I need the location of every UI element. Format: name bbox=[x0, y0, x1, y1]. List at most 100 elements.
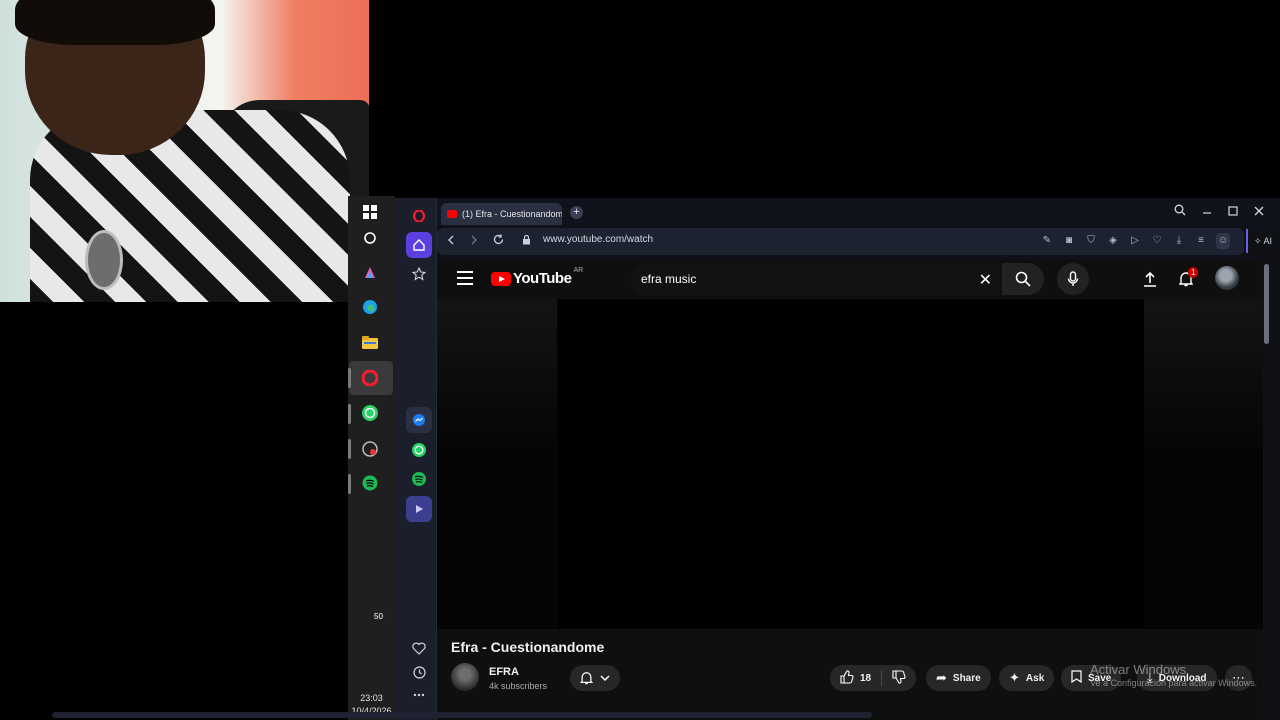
download-label: Download bbox=[1158, 672, 1207, 684]
more-horizontal-icon: ⋯ bbox=[1232, 670, 1245, 685]
spotify-icon[interactable] bbox=[359, 472, 381, 494]
youtube-page: YouTube AR efra music ✕ 1 Efra - Cuestio… bbox=[437, 259, 1263, 720]
search-query: efra music bbox=[641, 272, 697, 286]
running-indicator bbox=[348, 474, 351, 494]
chevron-down-icon bbox=[600, 674, 610, 681]
heart-icon[interactable]: ♡ bbox=[1150, 233, 1164, 249]
edge-icon[interactable] bbox=[359, 296, 381, 318]
opera-icon[interactable] bbox=[359, 367, 381, 389]
opera-logo-icon[interactable] bbox=[406, 203, 432, 229]
tab-search-icon[interactable] bbox=[1172, 204, 1188, 220]
more-actions-button[interactable]: ⋯ bbox=[1225, 665, 1252, 691]
ask-label: Ask bbox=[1025, 672, 1045, 684]
bookmark-icon bbox=[1071, 670, 1082, 686]
bell-icon bbox=[579, 672, 593, 685]
whatsapp-icon[interactable] bbox=[359, 402, 381, 424]
opera-sidebar bbox=[395, 198, 437, 720]
microphone-icon bbox=[1067, 271, 1079, 286]
windows-start-icon[interactable] bbox=[359, 201, 381, 223]
lock-icon[interactable] bbox=[522, 234, 531, 248]
opera-browser-window: (1) Efra - Cuestionandome + www.youtube.… bbox=[395, 198, 1280, 720]
region-code: AR bbox=[573, 267, 584, 274]
youtube-logo[interactable]: YouTube AR bbox=[491, 267, 584, 287]
video-title: Efra - Cuestionandome bbox=[451, 639, 605, 655]
youtube-header: YouTube AR efra music ✕ 1 bbox=[437, 259, 1263, 299]
copilot-icon[interactable] bbox=[359, 262, 381, 284]
running-indicator bbox=[348, 404, 351, 424]
profile-icon[interactable]: ☺ bbox=[1216, 233, 1230, 249]
player-icon[interactable] bbox=[406, 496, 432, 522]
spotify-icon[interactable] bbox=[406, 466, 432, 492]
maximize-icon[interactable] bbox=[1225, 204, 1241, 220]
whatsapp-icon[interactable] bbox=[406, 437, 432, 463]
search-icon[interactable] bbox=[359, 227, 381, 249]
ai-label: AI bbox=[1263, 236, 1273, 246]
ask-button[interactable]: ✦ Ask bbox=[999, 665, 1055, 691]
channel-avatar[interactable] bbox=[451, 663, 479, 691]
messenger-icon[interactable] bbox=[406, 407, 432, 433]
video-player[interactable] bbox=[437, 299, 1263, 629]
tab-youtube[interactable]: (1) Efra - Cuestionandome bbox=[441, 203, 562, 225]
download-icon: ⤓ bbox=[1147, 670, 1153, 685]
like-dislike-group: 18 bbox=[830, 665, 917, 691]
like-count: 18 bbox=[860, 672, 872, 684]
ai-icon: ✧ bbox=[1253, 235, 1262, 246]
subscriber-count: 4k subscribers bbox=[489, 681, 548, 691]
chrome-icon[interactable] bbox=[359, 438, 381, 460]
reload-icon[interactable] bbox=[490, 233, 506, 249]
like-divider bbox=[881, 670, 883, 686]
heart-icon[interactable] bbox=[406, 635, 432, 661]
channel-name[interactable]: EFRA bbox=[489, 666, 519, 678]
download-button[interactable]: ⤓ Download bbox=[1137, 665, 1217, 691]
vertical-scrollbar[interactable] bbox=[1264, 264, 1269, 344]
save-button[interactable]: Save bbox=[1061, 665, 1122, 691]
sparkle-icon: ✦ bbox=[1009, 670, 1020, 685]
file-explorer-icon[interactable] bbox=[359, 332, 381, 354]
subscription-bell-button[interactable] bbox=[570, 665, 620, 691]
hamburger-menu-icon[interactable] bbox=[457, 271, 473, 285]
search-button[interactable] bbox=[1002, 263, 1044, 295]
like-button[interactable] bbox=[840, 669, 854, 687]
dislike-button[interactable] bbox=[892, 669, 906, 687]
account-avatar[interactable] bbox=[1215, 266, 1239, 290]
tab-bar: (1) Efra - Cuestionandome + bbox=[437, 198, 1280, 226]
new-tab-button[interactable]: + bbox=[570, 206, 583, 219]
youtube-favicon-icon bbox=[447, 210, 457, 218]
url-field[interactable]: www.youtube.com/watch bbox=[543, 234, 653, 245]
download-icon[interactable]: ⤓ bbox=[1172, 233, 1186, 249]
share-icon: ➦ bbox=[936, 670, 947, 685]
star-icon[interactable] bbox=[406, 261, 432, 287]
running-indicator bbox=[348, 368, 351, 388]
save-label: Save bbox=[1088, 672, 1112, 684]
clear-search-icon[interactable]: ✕ bbox=[979, 270, 992, 290]
search-icon bbox=[1015, 271, 1031, 287]
voice-search-button[interactable] bbox=[1057, 263, 1089, 295]
whatsapp-badge: 50 bbox=[372, 612, 385, 621]
search-input[interactable]: efra music ✕ bbox=[630, 263, 1000, 295]
horizontal-scrollbar[interactable] bbox=[52, 712, 872, 718]
webcam-overlay bbox=[0, 0, 369, 302]
minimize-icon[interactable] bbox=[1199, 204, 1215, 220]
upload-icon[interactable] bbox=[1139, 268, 1161, 290]
video-surface[interactable] bbox=[558, 299, 1144, 629]
aria-ai-button[interactable]: ✧ AI bbox=[1246, 229, 1278, 253]
menu-icon[interactable]: ≡ bbox=[1194, 233, 1208, 249]
forward-icon[interactable] bbox=[466, 233, 482, 249]
back-icon[interactable] bbox=[443, 233, 459, 249]
more-icon[interactable] bbox=[406, 682, 432, 708]
home-icon[interactable] bbox=[406, 232, 432, 258]
youtube-play-icon bbox=[491, 271, 511, 286]
camera-icon[interactable]: ◙ bbox=[1062, 233, 1076, 249]
shield-icon[interactable]: ⛉ bbox=[1084, 233, 1098, 249]
play-icon[interactable]: ▷ bbox=[1128, 233, 1142, 249]
close-icon[interactable] bbox=[1251, 204, 1267, 220]
share-button[interactable]: ➦ Share bbox=[926, 665, 991, 691]
youtube-wordmark: YouTube bbox=[513, 270, 572, 287]
edit-icon[interactable]: ✎ bbox=[1040, 233, 1054, 249]
clock-time: 23:03 bbox=[360, 693, 383, 703]
person-hair bbox=[15, 0, 215, 45]
windows-taskbar: 50 23:03 10/4/2026 bbox=[348, 196, 395, 720]
pendant bbox=[85, 230, 123, 290]
running-indicator bbox=[348, 439, 351, 459]
vpn-icon[interactable]: ◈ bbox=[1106, 233, 1120, 249]
